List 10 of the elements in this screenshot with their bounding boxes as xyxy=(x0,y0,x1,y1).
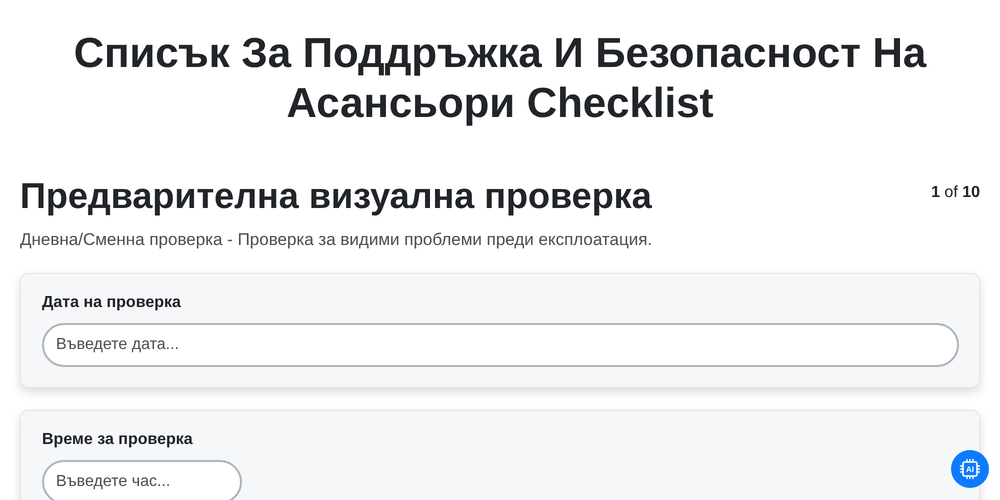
step-counter: 1 of 10 xyxy=(931,184,980,202)
chip-icon xyxy=(959,458,981,480)
input-field[interactable]: Въведете дата... xyxy=(42,323,959,367)
field-label: Време за проверка xyxy=(42,431,194,449)
input-field[interactable]: Въведете час... xyxy=(42,460,242,500)
section-heading: Предварителна визуална проверка xyxy=(20,174,652,218)
field-label: Дата на проверка xyxy=(42,294,182,312)
page-title: Списък За Поддръжка И Безопасност На Асансьори Checklist xyxy=(72,28,928,128)
ai-label: AI xyxy=(966,464,974,474)
section-description: Дневна/Сменна проверка - Проверка за видими проблеми преди експлоатация. xyxy=(20,230,654,250)
